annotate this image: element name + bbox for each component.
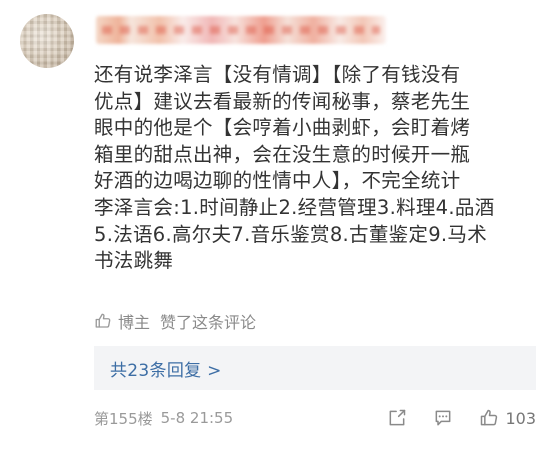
floor-number: 第155楼 — [94, 409, 153, 428]
avatar[interactable] — [20, 14, 74, 68]
author-liked-text: 赞了这条评论 — [160, 313, 257, 332]
author-badge: 博主 — [118, 313, 151, 332]
username-redacted[interactable] — [96, 16, 386, 44]
comment-timestamp: 5-8 21:55 — [160, 409, 234, 427]
comment-footer: 第155楼 5-8 21:55 103 — [94, 406, 536, 430]
edit-icon[interactable] — [387, 408, 407, 428]
comment-card: 还有说李泽言【没有情调】【除了有钱没有 优点】建议去看最新的传闻秘事，蔡老先生 … — [0, 0, 550, 452]
view-replies-link[interactable]: 共23条回复 > — [94, 346, 536, 390]
comment-actions: 103 — [361, 406, 536, 430]
like-count: 103 — [505, 408, 536, 428]
thumbs-up-outline-icon[interactable] — [479, 408, 499, 428]
author-like-row: 博主 赞了这条评论 — [94, 310, 256, 332]
replies-link-label: 共23条回复 > — [110, 360, 222, 381]
comment-body: 还有说李泽言【没有情调】【除了有钱没有 优点】建议去看最新的传闻秘事，蔡老先生 … — [94, 63, 495, 273]
comment-icon[interactable] — [433, 408, 453, 428]
thumbs-up-outline-icon — [95, 313, 111, 328]
